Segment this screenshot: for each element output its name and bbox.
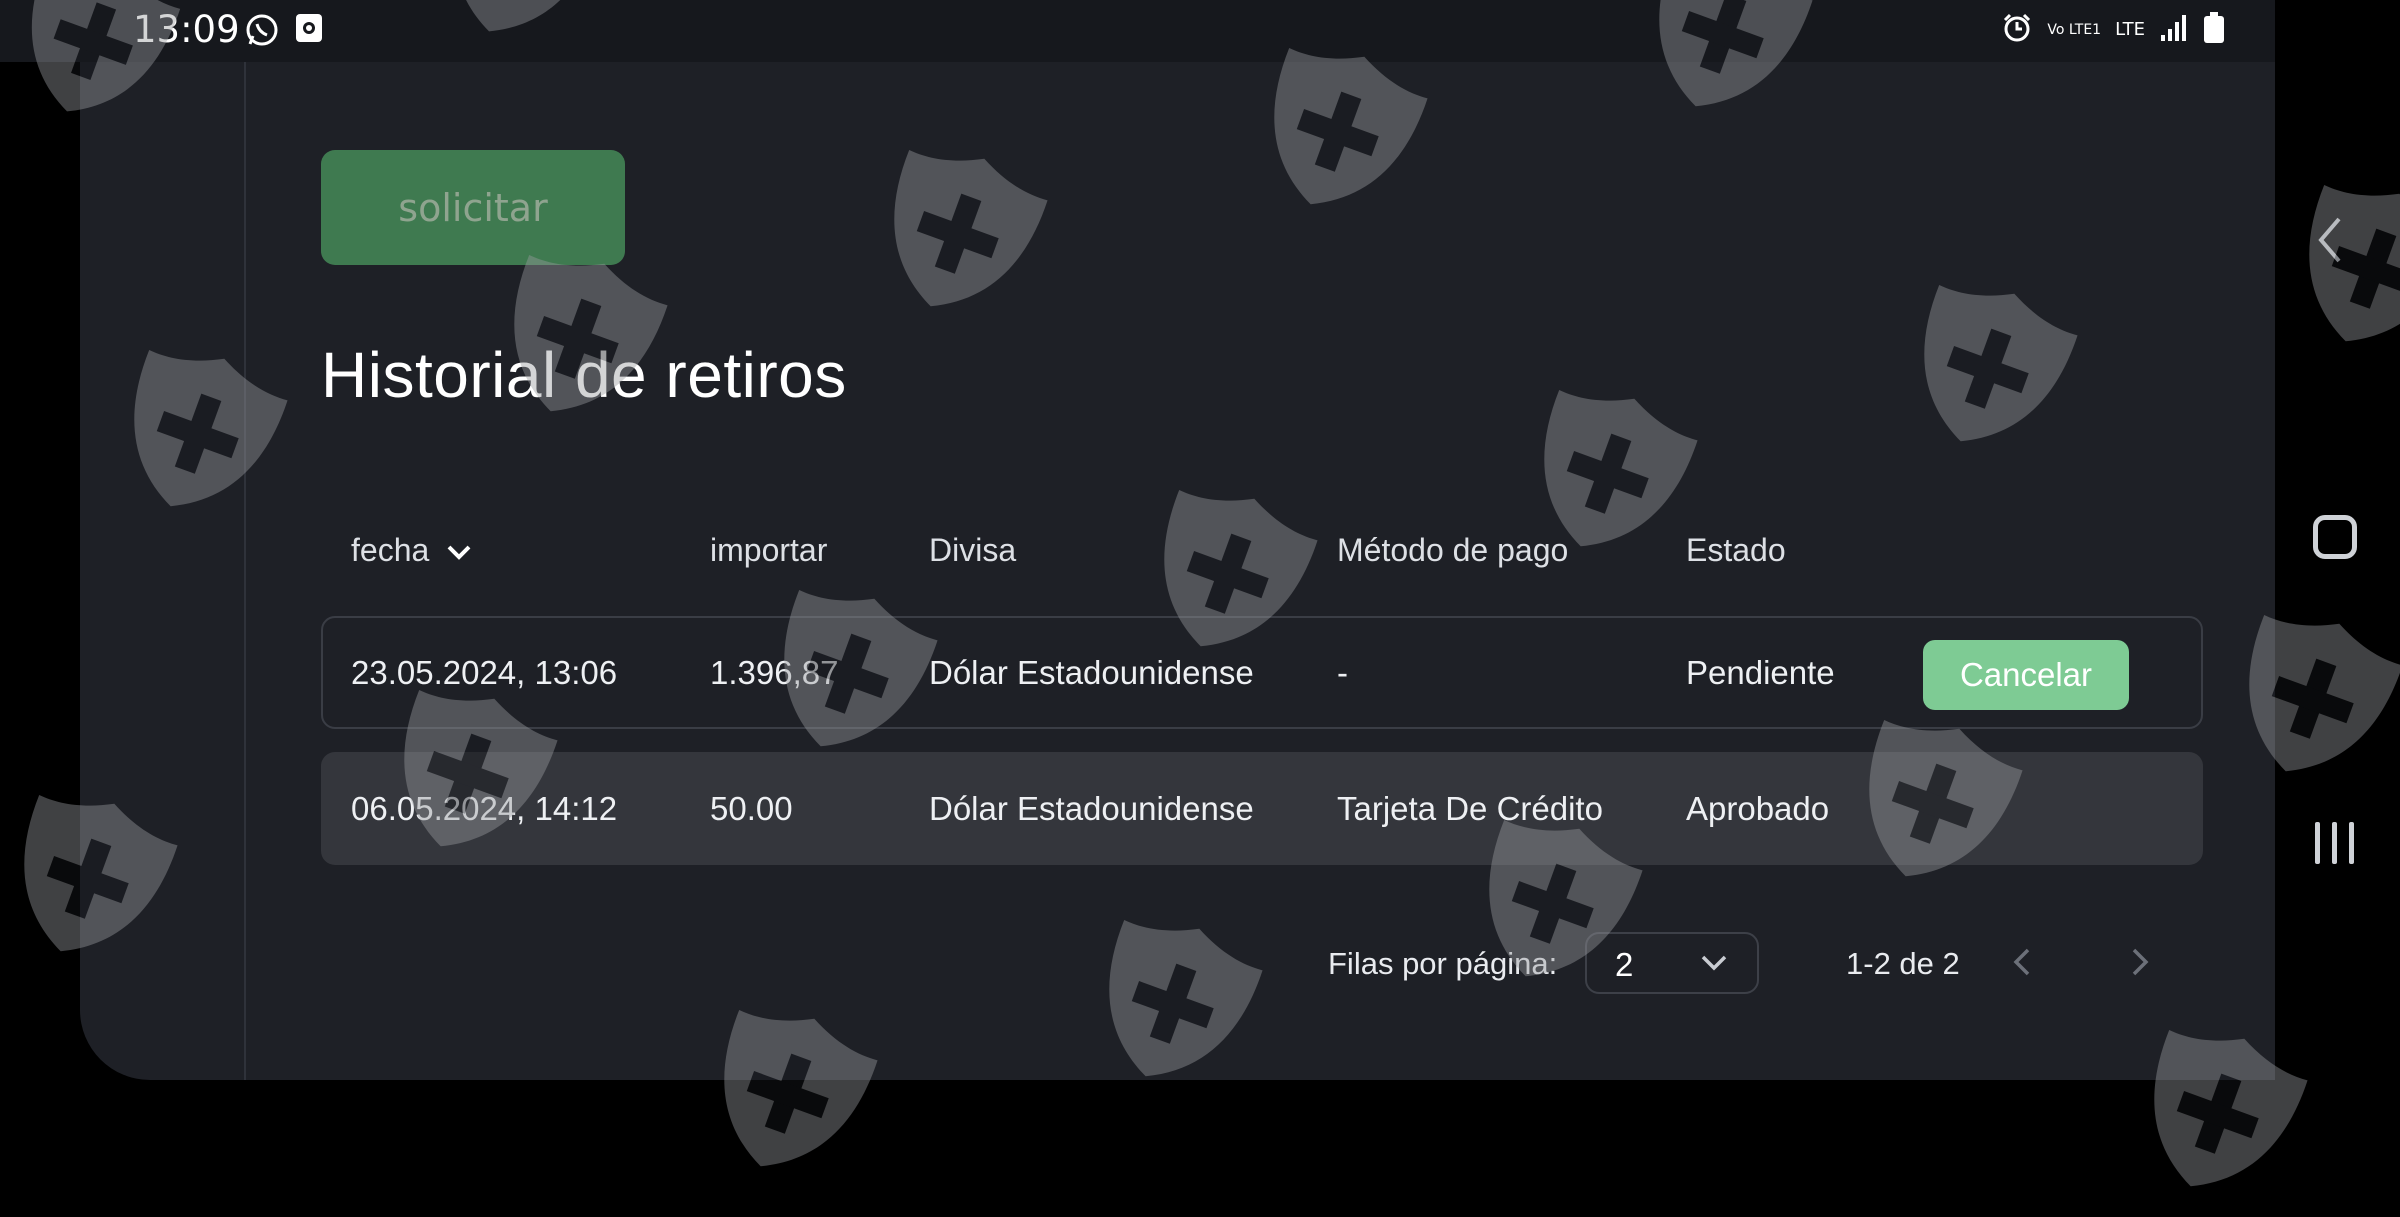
column-header-date[interactable]: fecha: [351, 532, 473, 571]
cell-method: Tarjeta De Crédito: [1337, 789, 1603, 827]
column-header-date-label: fecha: [351, 532, 430, 568]
status-icons: Vo LTE1 LTE: [2001, 12, 2225, 48]
column-header-status: Estado: [1686, 532, 1786, 568]
column-header-method: Método de pago: [1337, 532, 1569, 568]
previous-page-button[interactable]: [2010, 944, 2034, 984]
cell-method: -: [1337, 653, 1348, 691]
back-icon[interactable]: [2315, 215, 2345, 269]
sort-chevron-down-icon[interactable]: [445, 534, 473, 571]
cell-status: Aprobado: [1686, 789, 1830, 827]
home-icon[interactable]: [2313, 515, 2357, 559]
cell-date: 23.05.2024, 13:06: [351, 653, 618, 691]
page-title: Historial de retiros: [321, 339, 847, 411]
cell-currency: Dólar Estadounidense: [929, 789, 1254, 827]
cell-currency: Dólar Estadounidense: [929, 653, 1254, 691]
cell-amount: 1.396,87: [710, 653, 839, 691]
rows-per-page-select[interactable]: 2: [1585, 932, 1759, 994]
cancel-button[interactable]: Cancelar: [1923, 640, 2129, 710]
cell-amount: 50.00: [710, 789, 793, 827]
column-header-currency: Divisa: [929, 532, 1017, 568]
table-row: 23.05.2024, 13:06 1.396,87 Dólar Estadou…: [321, 616, 2203, 729]
rows-per-page-value: 2: [1615, 946, 1634, 983]
screen-record-icon: [294, 12, 330, 48]
page-range-label: 1-2 de 2: [1846, 946, 1960, 981]
lte-icon: LTE: [2115, 19, 2145, 40]
chevron-down-icon: [1699, 952, 1729, 978]
rows-per-page-label: Filas por página:: [1328, 946, 1558, 981]
volte-icon: Vo LTE1: [2047, 22, 2102, 38]
system-nav-bar: [2275, 0, 2400, 1080]
status-time: 13:09: [133, 8, 240, 51]
column-header-amount: importar: [710, 532, 828, 568]
cell-status: Pendiente: [1686, 653, 1835, 691]
table-header: fecha importar Divisa Método de pago Est…: [0, 532, 2400, 582]
recents-icon[interactable]: [2313, 820, 2357, 870]
status-bar: 13:09 Vo LTE1 LTE: [0, 0, 2275, 62]
request-withdrawal-button[interactable]: solicitar: [321, 150, 625, 265]
pagination: Filas por página: 2 1-2 de 2: [0, 932, 2400, 996]
next-page-button[interactable]: [2128, 944, 2152, 984]
table-row: 06.05.2024, 14:12 50.00 Dólar Estadounid…: [321, 752, 2203, 865]
alarm-icon: [2001, 12, 2033, 48]
signal-icon: [2159, 13, 2189, 47]
cell-date: 06.05.2024, 14:12: [351, 789, 618, 827]
whatsapp-icon: [244, 12, 280, 48]
battery-icon: [2203, 12, 2225, 48]
